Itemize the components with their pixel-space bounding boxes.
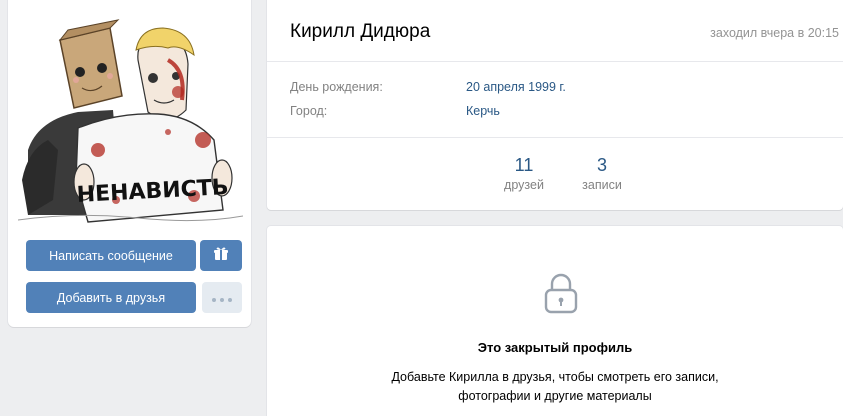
friends-count: 11	[514, 155, 534, 175]
profile-info-card: Кирилл Дидюра заходил вчера в 20:15 День…	[267, 0, 843, 210]
add-friend-button[interactable]: Добавить в друзья	[26, 282, 196, 313]
divider	[267, 61, 843, 62]
birthday-link[interactable]: 20 апреля 1999 г.	[466, 80, 566, 94]
add-friend-label: Добавить в друзья	[56, 290, 166, 305]
send-gift-button[interactable]	[200, 240, 242, 271]
closed-profile-description: Добавьте Кирилла в друзья, чтобы смотрет…	[391, 370, 719, 403]
write-message-label: Написать сообщение	[49, 248, 173, 263]
profile-sidebar-card: НЕНАВИСТЬ Написать сообщение Добавить в …	[8, 0, 251, 327]
more-dots-icon	[210, 289, 234, 307]
birthday-label: День рождения:	[290, 80, 383, 94]
posts-count: 3	[596, 155, 607, 175]
closed-profile-card: Это закрытый профиль Добавьте Кирилла в …	[267, 226, 843, 416]
lock-icon	[543, 272, 579, 319]
avatar-illustration: НЕНАВИСТЬ	[18, 19, 243, 223]
friends-label: друзей	[504, 178, 544, 192]
profile-avatar[interactable]: НЕНАВИСТЬ	[18, 0, 243, 228]
profile-page: НЕНАВИСТЬ Написать сообщение Добавить в …	[0, 0, 843, 416]
closed-profile-title: Это закрытый профиль	[477, 340, 633, 355]
posts-counter[interactable]: 3 записи	[567, 155, 637, 192]
gift-icon	[214, 247, 228, 264]
friends-counter[interactable]: 11 друзей	[489, 155, 559, 192]
more-actions-button[interactable]	[202, 282, 242, 313]
last-seen-status: заходил вчера в 20:15	[710, 26, 839, 40]
posts-label: записи	[582, 178, 622, 192]
city-label: Город:	[290, 104, 328, 118]
profile-name: Кирилл Дидюра	[290, 21, 431, 42]
write-message-button[interactable]: Написать сообщение	[26, 240, 196, 271]
city-link[interactable]: Керчь	[466, 104, 500, 118]
divider	[267, 137, 843, 138]
